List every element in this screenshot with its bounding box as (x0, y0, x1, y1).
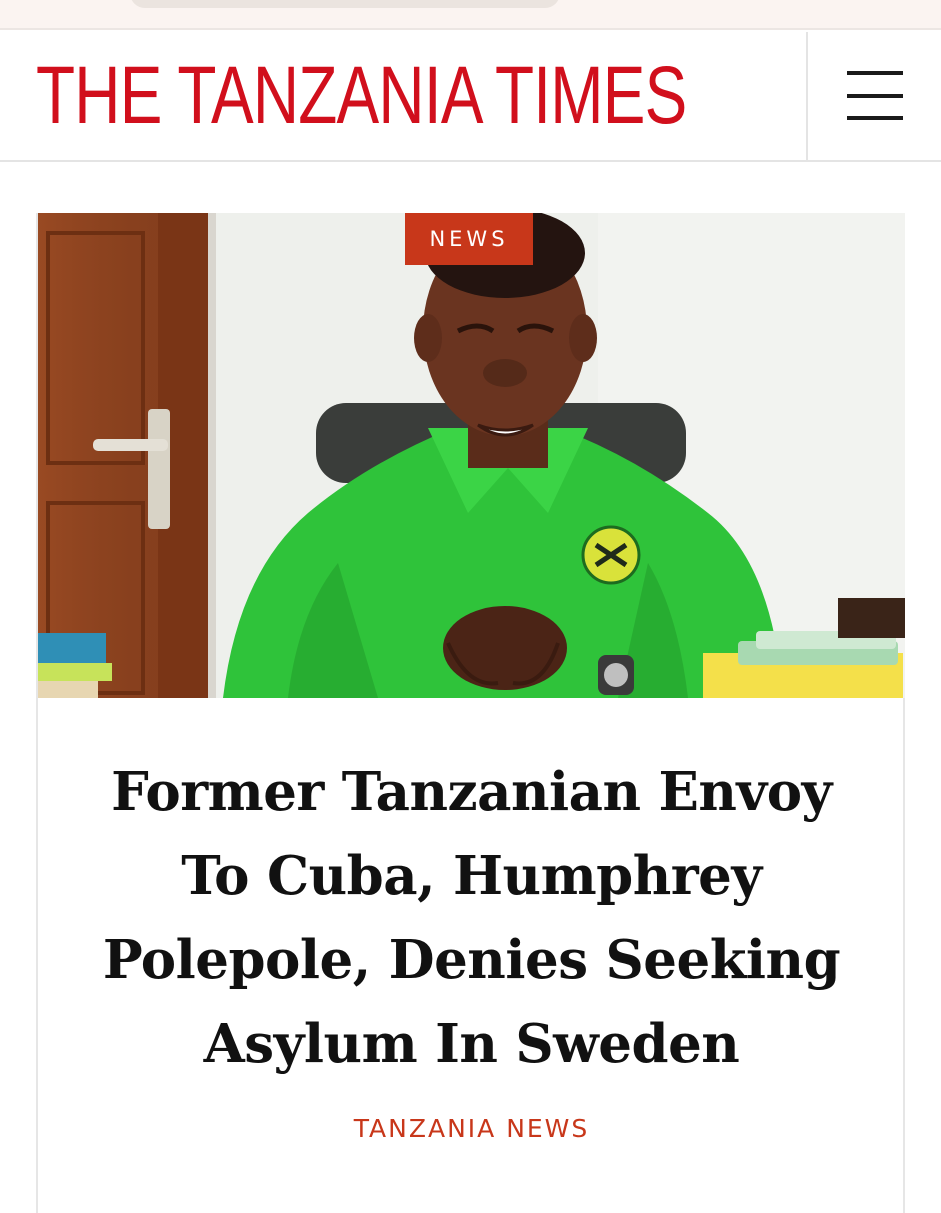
hamburger-menu-icon-bottom (847, 116, 903, 120)
address-bar[interactable] (130, 0, 560, 8)
hero-photo (38, 213, 905, 698)
article-card: NEWS Former Tanzanian Envoy To Cuba, Hum… (36, 213, 905, 1213)
hamburger-menu-icon-middle (847, 94, 903, 98)
article-hero-image[interactable]: NEWS (38, 213, 905, 698)
category-tag[interactable]: NEWS (405, 213, 533, 265)
menu-button[interactable] (808, 32, 941, 162)
site-header: THE TANZANIA TIMES (0, 32, 941, 162)
hamburger-menu-icon (847, 71, 903, 75)
section-link[interactable]: TANZANIA NEWS (38, 1114, 905, 1143)
site-logo[interactable]: THE TANZANIA TIMES (36, 54, 687, 138)
browser-address-strip (0, 0, 941, 30)
article-headline[interactable]: Former Tanzanian Envoy To Cuba, Humphrey… (78, 750, 865, 1086)
